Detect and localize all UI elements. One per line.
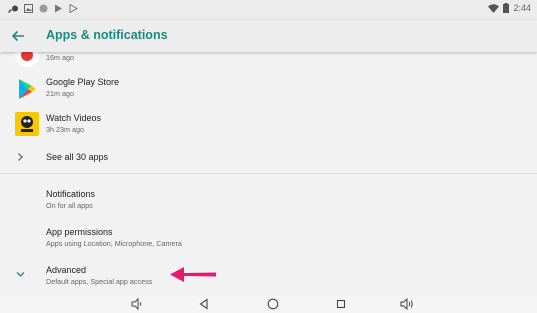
list-item-app-permissions[interactable]: App permissions Apps using Location, Mic… xyxy=(0,222,537,252)
setting-subtitle: Default apps, Special app access xyxy=(46,277,153,286)
setting-subtitle: On for all apps xyxy=(46,201,93,210)
volume-up-icon xyxy=(400,298,413,310)
wifi-icon xyxy=(488,3,500,13)
pointer-arrow-icon xyxy=(170,267,216,282)
navigation-bar xyxy=(0,296,537,313)
home-button[interactable] xyxy=(265,297,281,311)
status-bar: 2:44 xyxy=(0,0,537,20)
status-icons-left xyxy=(8,4,78,13)
app-time-label: 21m ago xyxy=(46,89,74,98)
divider xyxy=(0,173,537,174)
chevron-right-icon xyxy=(18,153,23,161)
app-time-label: 3h 23m ago xyxy=(46,125,84,134)
watch-videos-icon xyxy=(15,112,39,136)
cast-icon xyxy=(8,5,18,13)
list-item-watch-videos[interactable]: Watch Videos 3h 23m ago xyxy=(0,110,537,146)
setting-title: App permissions xyxy=(46,227,113,237)
app-name-label: Google Play Store xyxy=(46,77,120,87)
see-all-apps-label: See all 30 apps xyxy=(46,152,109,162)
volume-down-button[interactable] xyxy=(129,297,145,311)
battery-icon xyxy=(503,3,510,13)
page-title: Apps & notifications xyxy=(46,28,168,42)
see-all-apps-button[interactable]: See all 30 apps xyxy=(0,146,537,168)
settings-list[interactable]: 16m ago Google Play Store 21m ago Watch … xyxy=(0,52,537,296)
recents-button[interactable] xyxy=(333,297,349,311)
setting-title: Notifications xyxy=(46,189,96,199)
app-time-label: 16m ago xyxy=(46,53,74,62)
play-icon xyxy=(55,4,62,13)
play-store-icon xyxy=(19,79,36,99)
chevron-down-icon xyxy=(16,272,25,277)
list-item-recent-app[interactable]: 16m ago xyxy=(0,52,537,72)
volume-down-icon xyxy=(131,298,142,310)
status-icons-right: 2:44 xyxy=(488,3,531,13)
list-item-advanced[interactable]: Advanced Default apps, Special app acces… xyxy=(0,260,537,292)
partially-hidden-app-icon xyxy=(15,52,39,67)
arrow-back-icon[interactable] xyxy=(10,28,26,44)
volume-up-button[interactable] xyxy=(399,297,415,311)
setting-subtitle: Apps using Location, Microphone, Camera xyxy=(46,239,182,248)
back-icon xyxy=(199,298,208,310)
app-bar: Apps & notifications xyxy=(0,20,537,52)
image-icon xyxy=(24,4,33,13)
status-time: 2:44 xyxy=(513,3,531,13)
app-name-label: Watch Videos xyxy=(46,113,102,123)
home-icon xyxy=(267,298,279,310)
circle-icon xyxy=(39,4,48,13)
back-button[interactable] xyxy=(196,297,212,311)
list-item-google-play-store[interactable]: Google Play Store 21m ago xyxy=(0,72,537,110)
setting-title: Advanced xyxy=(46,265,87,275)
play-store-icon xyxy=(69,4,78,13)
list-item-notifications[interactable]: Notifications On for all apps xyxy=(0,184,537,214)
recents-icon xyxy=(336,299,346,309)
